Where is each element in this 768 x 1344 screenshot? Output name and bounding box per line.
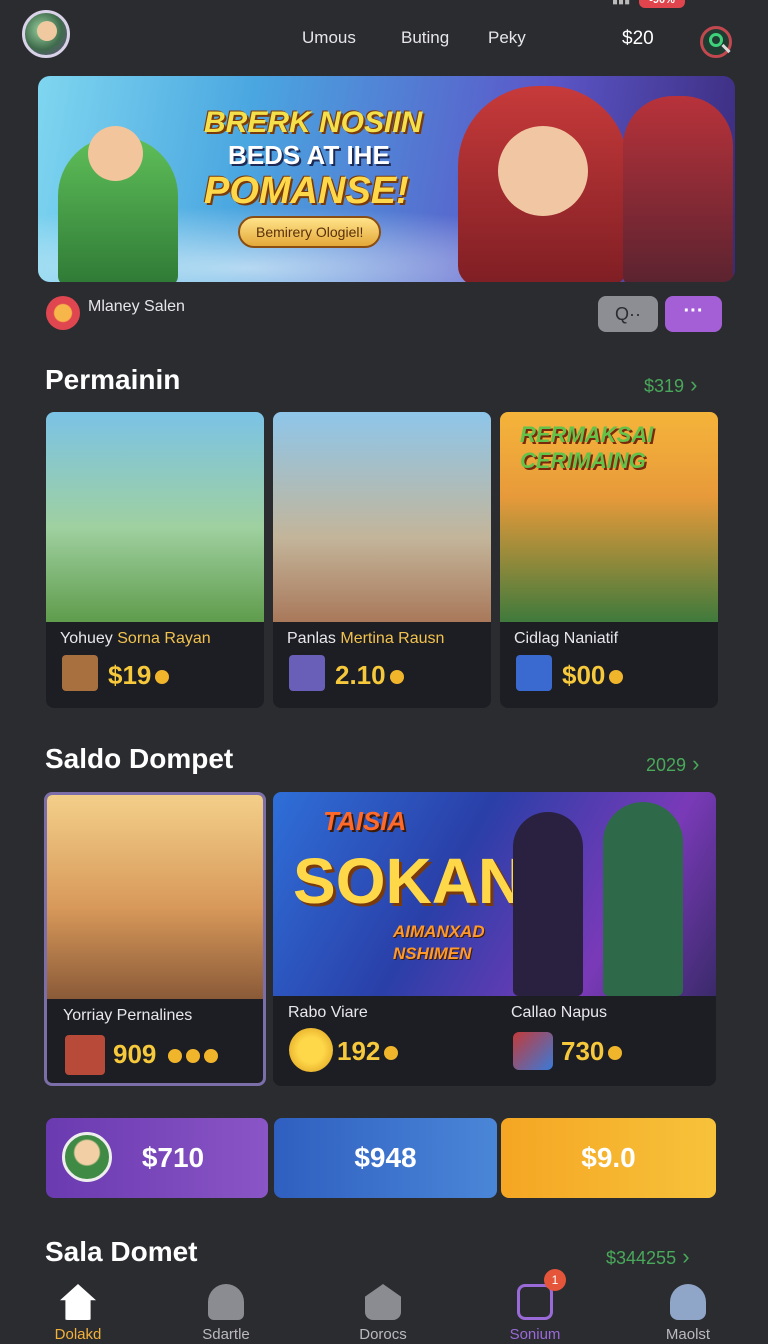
game-art bbox=[46, 412, 264, 622]
bottom-nav-sonium[interactable]: 1 Sonium bbox=[485, 1269, 585, 1343]
game-card[interactable]: RERMAKSAI CERIMAING Cidlag Naniatif $00 bbox=[500, 412, 718, 708]
section-link-saldo[interactable]: 2029 bbox=[646, 751, 708, 777]
wallet-thumb-icon bbox=[65, 1035, 105, 1075]
balance-tile-blue[interactable]: $948 bbox=[274, 1118, 497, 1198]
search-chip-button[interactable]: Q·· bbox=[598, 296, 658, 332]
nav-link-peky[interactable]: Peky bbox=[488, 28, 526, 48]
hero-character-main bbox=[458, 86, 628, 282]
balance-tile-purple[interactable]: $710 bbox=[46, 1118, 268, 1198]
bottom-nav-dorocs[interactable]: Dorocs bbox=[333, 1284, 433, 1343]
bottom-nav-home[interactable]: Dolakd bbox=[28, 1284, 128, 1343]
home-icon bbox=[60, 1284, 96, 1320]
header-balance: $20 bbox=[622, 28, 654, 49]
profile-icon bbox=[670, 1284, 706, 1320]
wallet-label: Rabo Viare bbox=[288, 1004, 368, 1021]
banner-character-1 bbox=[513, 812, 583, 996]
game-price: 2.10 bbox=[335, 660, 404, 691]
balance-value: $710 bbox=[141, 1142, 205, 1173]
nav-link-buting[interactable]: Buting bbox=[401, 28, 449, 48]
wallet-value: 730 bbox=[561, 1036, 623, 1067]
seller-name[interactable]: Mlaney Salen bbox=[88, 298, 185, 316]
game-price: $19 bbox=[108, 660, 170, 691]
coin-icon bbox=[389, 670, 404, 685]
game-art: RERMAKSAI CERIMAING bbox=[500, 412, 718, 622]
hero-headline-1: BRERK NOSIIN bbox=[204, 106, 423, 139]
bottom-nav-maolst[interactable]: Maolst bbox=[638, 1284, 738, 1343]
pencil-icon bbox=[46, 296, 80, 330]
section-title-permainin: Permainin bbox=[45, 364, 181, 395]
status-bar: ▮▮▮ -90% bbox=[612, 0, 685, 8]
more-button[interactable]: ··· bbox=[665, 296, 722, 332]
game-name: Cidlag Naniatif bbox=[514, 630, 619, 647]
balance-value: $9.0 bbox=[581, 1142, 636, 1173]
notification-badge: 1 bbox=[544, 1269, 566, 1291]
section-link-permainin[interactable]: $319 bbox=[644, 372, 708, 398]
gem-icon bbox=[516, 655, 552, 691]
game-card[interactable]: Panlas Mertina Rausn 2.10 bbox=[273, 412, 491, 708]
hero-character-left bbox=[58, 126, 178, 282]
game-thumb-icon bbox=[62, 655, 98, 691]
balance-tile-orange[interactable]: $9.0 bbox=[501, 1118, 716, 1198]
bottom-nav-sdartle[interactable]: Sdartle bbox=[176, 1284, 276, 1343]
game-name: Panlas Mertina Rausn bbox=[287, 630, 445, 647]
game-card[interactable]: Yohuey Sorna Rayan $19 bbox=[46, 412, 264, 708]
hero-character-right bbox=[623, 96, 733, 282]
store-icon bbox=[365, 1284, 401, 1320]
nav-link-umous[interactable]: Umous bbox=[302, 28, 356, 48]
coin-icon bbox=[155, 670, 170, 685]
wallet-card-wide[interactable]: TAISIA SOKAN AIMANXAD NSHIMEN Rabo Viare… bbox=[273, 792, 716, 1086]
hero-banner[interactable]: BRERK NOSIIN BEDS AT IHE POMANSE! Bemire… bbox=[38, 76, 735, 282]
banner-main-text: SOKAN bbox=[293, 845, 525, 917]
wallet-art bbox=[47, 795, 263, 999]
game-name: Yohuey Sorna Rayan bbox=[60, 630, 211, 647]
wallet-banner-art: TAISIA SOKAN AIMANXAD NSHIMEN bbox=[273, 792, 716, 996]
section-title-saldo-dompet: Saldo Dompet bbox=[45, 743, 234, 774]
section-title-sala-domet: Sala Domet bbox=[45, 1236, 198, 1267]
banner-character-2 bbox=[603, 802, 683, 996]
banner-sub-text-2: NSHIMEN bbox=[393, 944, 472, 963]
search-button[interactable] bbox=[700, 26, 732, 58]
coin-icon bbox=[609, 670, 624, 685]
avatar-icon bbox=[62, 1132, 112, 1182]
game-art bbox=[273, 412, 491, 622]
wallet-value: 909 bbox=[113, 1039, 218, 1070]
gift-icon bbox=[513, 1032, 553, 1070]
wallet-card[interactable]: Yorriay Pernalines 909 bbox=[44, 792, 266, 1086]
section-link-sala[interactable]: $344255 bbox=[606, 1244, 708, 1270]
user-icon bbox=[208, 1284, 244, 1320]
banner-sub-text-1: AIMANXAD bbox=[393, 922, 485, 941]
avatar[interactable] bbox=[22, 10, 70, 58]
banner-top-text: TAISIA bbox=[323, 806, 407, 836]
wallet-value: 192 bbox=[337, 1036, 399, 1067]
hero-cta-button[interactable]: Bemirery Ologiel! bbox=[238, 216, 382, 248]
tasks-icon: 1 bbox=[517, 1269, 566, 1320]
balance-value: $948 bbox=[354, 1142, 417, 1173]
wallet-label: Yorriay Pernalines bbox=[63, 1007, 193, 1024]
wallet-label: Callao Napus bbox=[511, 1004, 608, 1021]
hero-headline-2: BEDS AT IHE bbox=[228, 140, 390, 170]
status-badge: -90% bbox=[639, 0, 685, 8]
game-art-title: RERMAKSAI CERIMAING bbox=[520, 422, 654, 473]
game-price: $00 bbox=[562, 660, 624, 691]
game-thumb-icon bbox=[289, 655, 325, 691]
hero-headline-3: POMANSE! bbox=[204, 170, 409, 212]
coin-icon bbox=[289, 1028, 333, 1072]
